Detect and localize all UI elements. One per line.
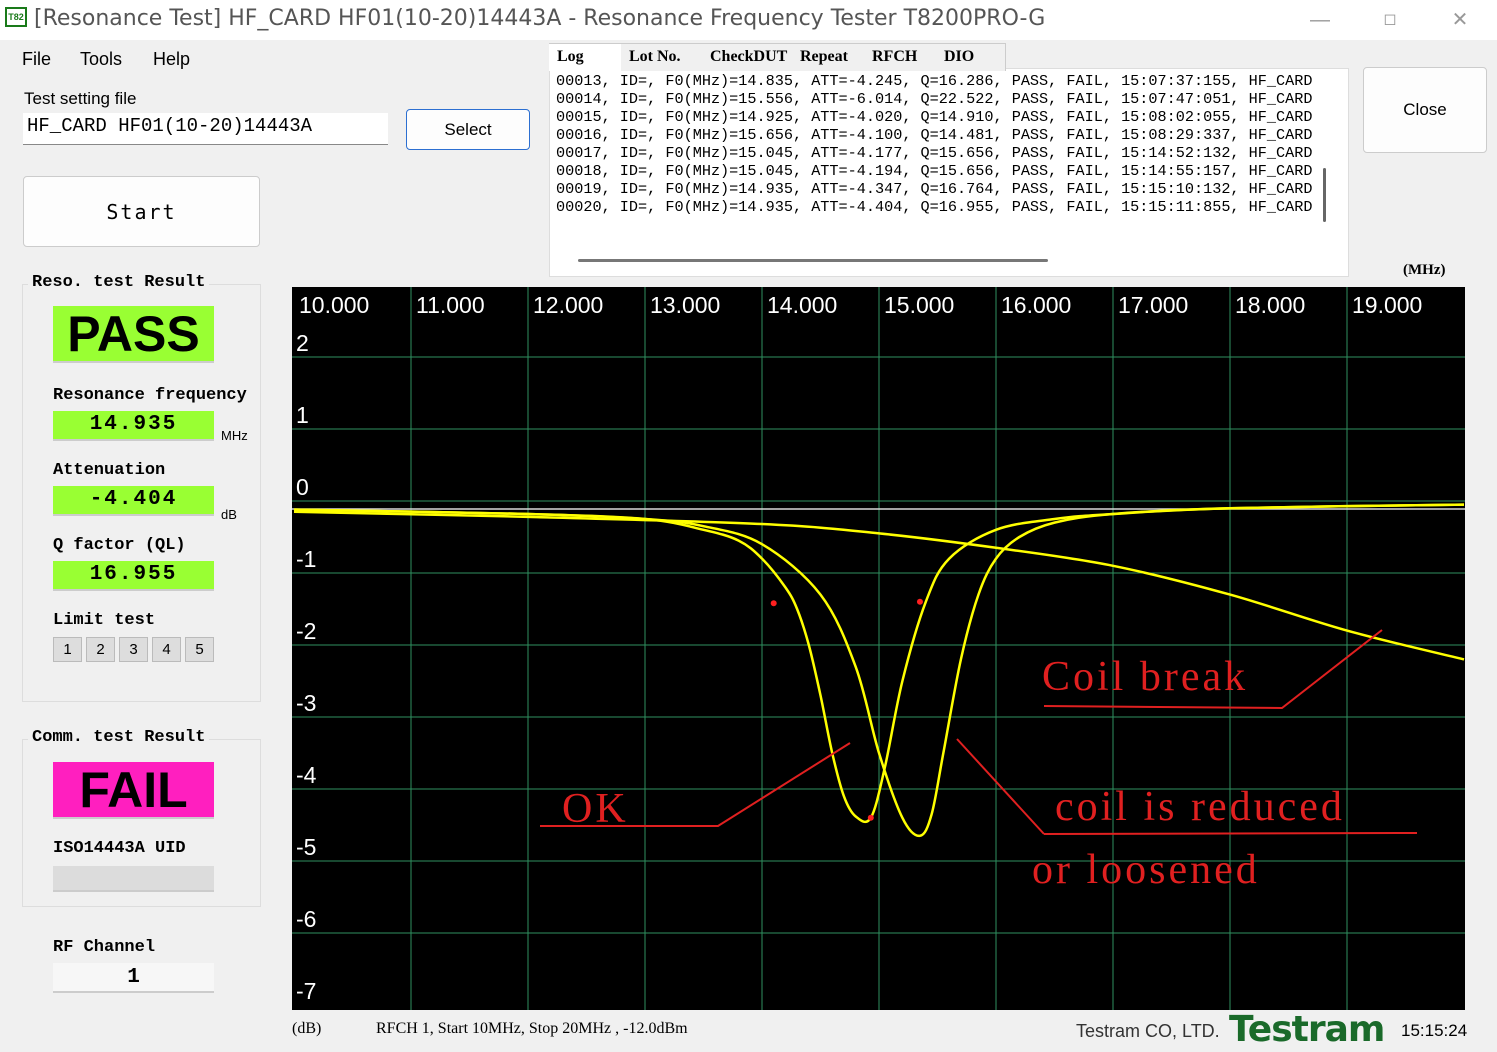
log-tabs: Log Lot No. CheckDUT Repeat RFCH DIO [549,43,1007,71]
log-line: 00019, ID=, F0(MHz)=14.935, ATT=-4.347, … [556,180,1313,198]
limit-button-4[interactable]: 4 [152,637,181,662]
x-tick-label: 17.000 [1118,292,1188,318]
log-line: 00013, ID=, F0(MHz)=14.835, ATT=-4.245, … [556,72,1313,90]
menu-help[interactable]: Help [153,49,190,70]
att-label: Attenuation [53,461,166,480]
menu-tools[interactable]: Tools [80,49,122,70]
rf-channel-label: RF Channel [53,938,156,957]
x-tick-label: 14.000 [767,292,837,318]
tab-repeat[interactable]: Repeat [792,43,865,71]
q-value: 16.955 [53,561,214,591]
comm-status-badge: FAIL [53,762,214,819]
x-tick-label: 19.000 [1352,292,1422,318]
tab-checkdut[interactable]: CheckDUT [702,43,793,71]
company-logo: Testram [1229,1009,1385,1050]
x-tick-label: 16.000 [1001,292,1071,318]
sweep-info: RFCH 1, Start 10MHz, Stop 20MHz , -12.0d… [376,1020,688,1037]
y-tick-label: -3 [296,690,316,716]
y-tick-label: 0 [296,474,309,500]
x-tick-label: 10.000 [299,292,369,318]
y-tick-label: 1 [296,402,309,428]
reso-status-badge: PASS [53,306,214,363]
start-button[interactable]: Start [23,176,260,247]
tab-rfch[interactable]: RFCH [864,43,937,71]
uid-value [53,866,214,892]
annotation-or-loosened: or loosened [1032,847,1260,893]
annotation-coil-break: Coil break [1042,654,1248,700]
title-bar: T82 [Resonance Test] HF_CARD HF01(10-20)… [0,0,1497,40]
log-line: 00014, ID=, F0(MHz)=15.556, ATT=-6.014, … [556,90,1313,108]
log-line: 00015, ID=, F0(MHz)=14.925, ATT=-4.020, … [556,108,1313,126]
att-value: -4.404 [53,486,214,516]
close-button[interactable]: Close [1363,67,1487,153]
log-line: 00020, ID=, F0(MHz)=14.935, ATT=-4.404, … [556,198,1313,216]
x-tick-label: 15.000 [884,292,954,318]
limit-button-5[interactable]: 5 [185,637,214,662]
q-label: Q factor (QL) [53,536,186,555]
series-marker [867,814,874,821]
menu-file[interactable]: File [22,49,51,70]
rf-channel-value: 1 [53,963,214,993]
maximize-icon[interactable]: ◻ [1378,8,1402,32]
annotation-coil-reduced: coil is reduced [1055,784,1345,830]
uid-label: ISO14443A UID [53,839,186,858]
log-line: 00016, ID=, F0(MHz)=15.656, ATT=-4.100, … [556,126,1313,144]
freq-unit: MHz [221,428,248,443]
resonance-chart: 10.000 11.000 12.000 13.000 14.000 15.000 16.0… [292,287,1465,1010]
y-tick-label: -7 [296,978,316,1004]
clock: 15:15:24 [1401,1021,1468,1040]
company-name: Testram CO, LTD. [1076,1021,1220,1041]
y-tick-label: 2 [296,330,309,356]
tab-dio[interactable]: DIO [936,43,1006,71]
y-tick-label: -4 [296,762,317,788]
y-tick-label: -5 [296,834,316,860]
log-line: 00017, ID=, F0(MHz)=15.045, ATT=-4.177, … [556,144,1313,162]
y-tick-label: -6 [296,906,316,932]
limit-button-3[interactable]: 3 [119,637,148,662]
minimize-icon[interactable]: — [1308,8,1332,32]
select-button[interactable]: Select [406,109,530,150]
comm-result-title: Comm. test Result [28,728,210,747]
close-icon[interactable]: ✕ [1448,8,1472,32]
x-tick-label: 13.000 [650,292,720,318]
log-horizontal-scrollbar[interactable] [578,259,1048,262]
att-unit: dB [221,507,237,522]
reso-result-title: Reso. test Result [28,273,210,292]
x-tick-label: 18.000 [1235,292,1305,318]
setting-file-label: Test setting file [24,89,137,108]
x-tick-label: 12.000 [533,292,603,318]
log-vertical-scrollbar[interactable] [1323,168,1326,222]
y-tick-label: -2 [296,618,316,644]
freq-label: Resonance frequency [53,386,247,405]
limit-label: Limit test [53,611,156,630]
annotation-coil-reduced-underline [1043,832,1418,835]
x-unit-label: (MHz) [1403,262,1446,278]
tab-log[interactable]: Log [549,43,624,71]
annotation-coil-reduced-leader [956,738,1045,835]
window-title: [Resonance Test] HF_CARD HF01(10-20)1444… [34,6,1046,31]
tab-lot-no[interactable]: Lot No. [621,43,703,71]
x-tick-label: 11.000 [416,292,485,318]
y-tick-label: -1 [296,546,316,572]
limit-button-2[interactable]: 2 [86,637,115,662]
freq-value: 14.935 [53,411,214,441]
series-marker [770,600,777,607]
log-line: 00018, ID=, F0(MHz)=15.045, ATT=-4.194, … [556,162,1313,180]
limit-button-1[interactable]: 1 [53,637,82,662]
app-icon: T82 [5,7,27,27]
setting-file-field[interactable]: HF_CARD HF01(10-20)14443A [23,113,388,145]
y-unit-label: (dB) [292,1020,322,1037]
chart-svg: 10.000 11.000 12.000 13.000 14.000 15.000 16.0… [292,287,1465,1010]
log-list: 00013, ID=, F0(MHz)=14.835, ATT=-4.245, … [556,72,1326,216]
series-marker [916,598,923,605]
